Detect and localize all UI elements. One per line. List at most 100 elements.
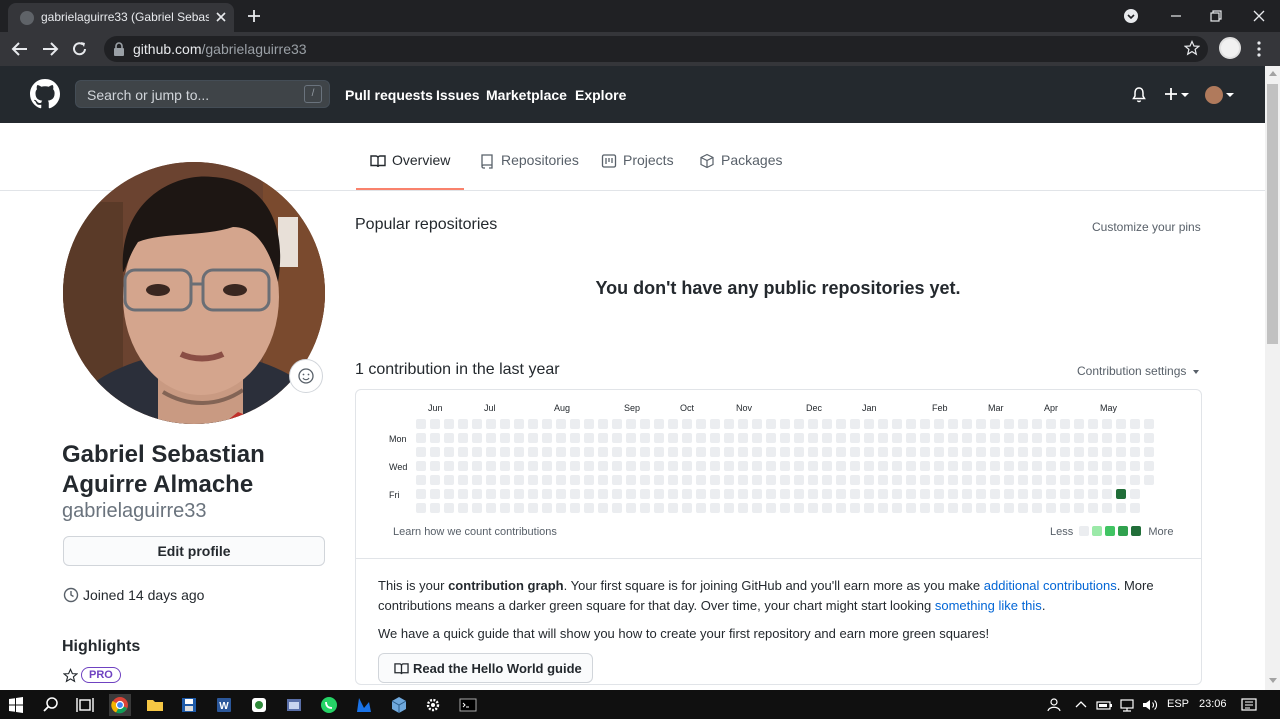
contribution-day[interactable] xyxy=(654,419,664,429)
contribution-day[interactable] xyxy=(976,503,986,513)
browser-profile-menu-icon[interactable] xyxy=(1120,5,1144,27)
contribution-day[interactable] xyxy=(598,433,608,443)
contribution-day[interactable] xyxy=(626,433,636,443)
customize-pins-link[interactable]: Customize your pins xyxy=(1092,220,1201,234)
contribution-day[interactable] xyxy=(752,489,762,499)
chrome-profile-avatar[interactable] xyxy=(1219,37,1241,59)
contribution-day[interactable] xyxy=(598,419,608,429)
contribution-day[interactable] xyxy=(444,433,454,443)
contribution-day[interactable] xyxy=(878,447,888,457)
contribution-day[interactable] xyxy=(906,419,916,429)
contribution-day[interactable] xyxy=(458,419,468,429)
contribution-day[interactable] xyxy=(444,475,454,485)
contribution-day[interactable] xyxy=(598,475,608,485)
contribution-day[interactable] xyxy=(1004,461,1014,471)
contribution-day[interactable] xyxy=(682,475,692,485)
contribution-day[interactable] xyxy=(836,447,846,457)
contribution-day[interactable] xyxy=(542,419,552,429)
contribution-day[interactable] xyxy=(654,503,664,513)
contribution-day[interactable] xyxy=(696,447,706,457)
windows-start-icon[interactable] xyxy=(5,694,27,716)
contribution-day[interactable] xyxy=(794,433,804,443)
contribution-day[interactable] xyxy=(682,433,692,443)
contribution-day[interactable] xyxy=(1102,419,1112,429)
contribution-day[interactable] xyxy=(934,503,944,513)
contribution-day[interactable] xyxy=(724,461,734,471)
contribution-day[interactable] xyxy=(794,503,804,513)
contribution-day[interactable] xyxy=(850,475,860,485)
contribution-day[interactable] xyxy=(486,433,496,443)
contribution-day[interactable] xyxy=(892,419,902,429)
contribution-day[interactable] xyxy=(808,461,818,471)
contribution-day[interactable] xyxy=(864,475,874,485)
contribution-day[interactable] xyxy=(458,475,468,485)
contribution-day[interactable] xyxy=(458,503,468,513)
contribution-day[interactable] xyxy=(766,433,776,443)
contribution-day[interactable] xyxy=(416,503,426,513)
contribution-day[interactable] xyxy=(570,419,580,429)
contribution-day[interactable] xyxy=(1060,489,1070,499)
contribution-day[interactable] xyxy=(514,475,524,485)
contribution-day[interactable] xyxy=(472,461,482,471)
contribution-day[interactable] xyxy=(920,419,930,429)
contribution-day[interactable] xyxy=(808,433,818,443)
contribution-day[interactable] xyxy=(570,461,580,471)
new-tab-button[interactable] xyxy=(243,5,265,27)
contribution-day[interactable] xyxy=(500,461,510,471)
contribution-day[interactable] xyxy=(1004,433,1014,443)
contribution-day[interactable] xyxy=(668,503,678,513)
contribution-day[interactable] xyxy=(920,489,930,499)
contribution-day[interactable] xyxy=(1018,433,1028,443)
minimize-window-icon[interactable] xyxy=(1164,5,1188,27)
contribution-day[interactable] xyxy=(794,489,804,499)
contribution-day[interactable] xyxy=(640,475,650,485)
nav-explore[interactable]: Explore xyxy=(575,87,626,103)
contribution-day[interactable] xyxy=(864,447,874,457)
contribution-day[interactable] xyxy=(934,447,944,457)
contribution-day[interactable] xyxy=(570,447,580,457)
contribution-day[interactable] xyxy=(696,419,706,429)
contribution-day[interactable] xyxy=(1088,503,1098,513)
contribution-day[interactable] xyxy=(556,475,566,485)
contribution-day[interactable] xyxy=(640,447,650,457)
nav-pull-requests[interactable]: Pull requests xyxy=(345,87,433,103)
chrome-menu-icon[interactable] xyxy=(1256,41,1262,57)
contribution-day[interactable] xyxy=(990,475,1000,485)
contribution-day[interactable] xyxy=(738,447,748,457)
contribution-day[interactable] xyxy=(1004,503,1014,513)
contribution-day[interactable] xyxy=(654,447,664,457)
contribution-day[interactable] xyxy=(570,433,580,443)
contribution-day[interactable] xyxy=(850,503,860,513)
contribution-day[interactable] xyxy=(710,461,720,471)
contribution-day[interactable] xyxy=(584,419,594,429)
contribution-day[interactable] xyxy=(766,475,776,485)
contribution-day[interactable] xyxy=(444,447,454,457)
contribution-day[interactable] xyxy=(1102,447,1112,457)
contribution-day[interactable] xyxy=(1032,489,1042,499)
contribution-day[interactable] xyxy=(822,433,832,443)
contribution-day[interactable] xyxy=(948,489,958,499)
contribution-day[interactable] xyxy=(556,461,566,471)
contribution-day[interactable] xyxy=(1102,433,1112,443)
contribution-day[interactable] xyxy=(1046,447,1056,457)
contribution-day[interactable] xyxy=(472,475,482,485)
user-menu-caret-icon[interactable] xyxy=(1226,93,1234,97)
contribution-day[interactable] xyxy=(934,475,944,485)
contribution-day[interactable] xyxy=(962,489,972,499)
contribution-day[interactable] xyxy=(920,503,930,513)
contribution-day[interactable] xyxy=(486,503,496,513)
contribution-day[interactable] xyxy=(1060,419,1070,429)
contribution-day[interactable] xyxy=(1088,419,1098,429)
input-language[interactable]: ESP xyxy=(1167,698,1189,710)
contribution-day[interactable] xyxy=(1074,447,1084,457)
learn-contributions-link[interactable]: Learn how we count contributions xyxy=(393,526,557,538)
contribution-day[interactable] xyxy=(1018,461,1028,471)
contribution-day[interactable] xyxy=(556,489,566,499)
contribution-day[interactable] xyxy=(458,447,468,457)
contribution-day[interactable] xyxy=(822,503,832,513)
reload-icon[interactable] xyxy=(69,39,91,59)
app-window-icon[interactable] xyxy=(283,694,305,716)
contribution-day[interactable] xyxy=(850,433,860,443)
contribution-day[interactable] xyxy=(906,433,916,443)
contribution-day[interactable] xyxy=(1032,503,1042,513)
